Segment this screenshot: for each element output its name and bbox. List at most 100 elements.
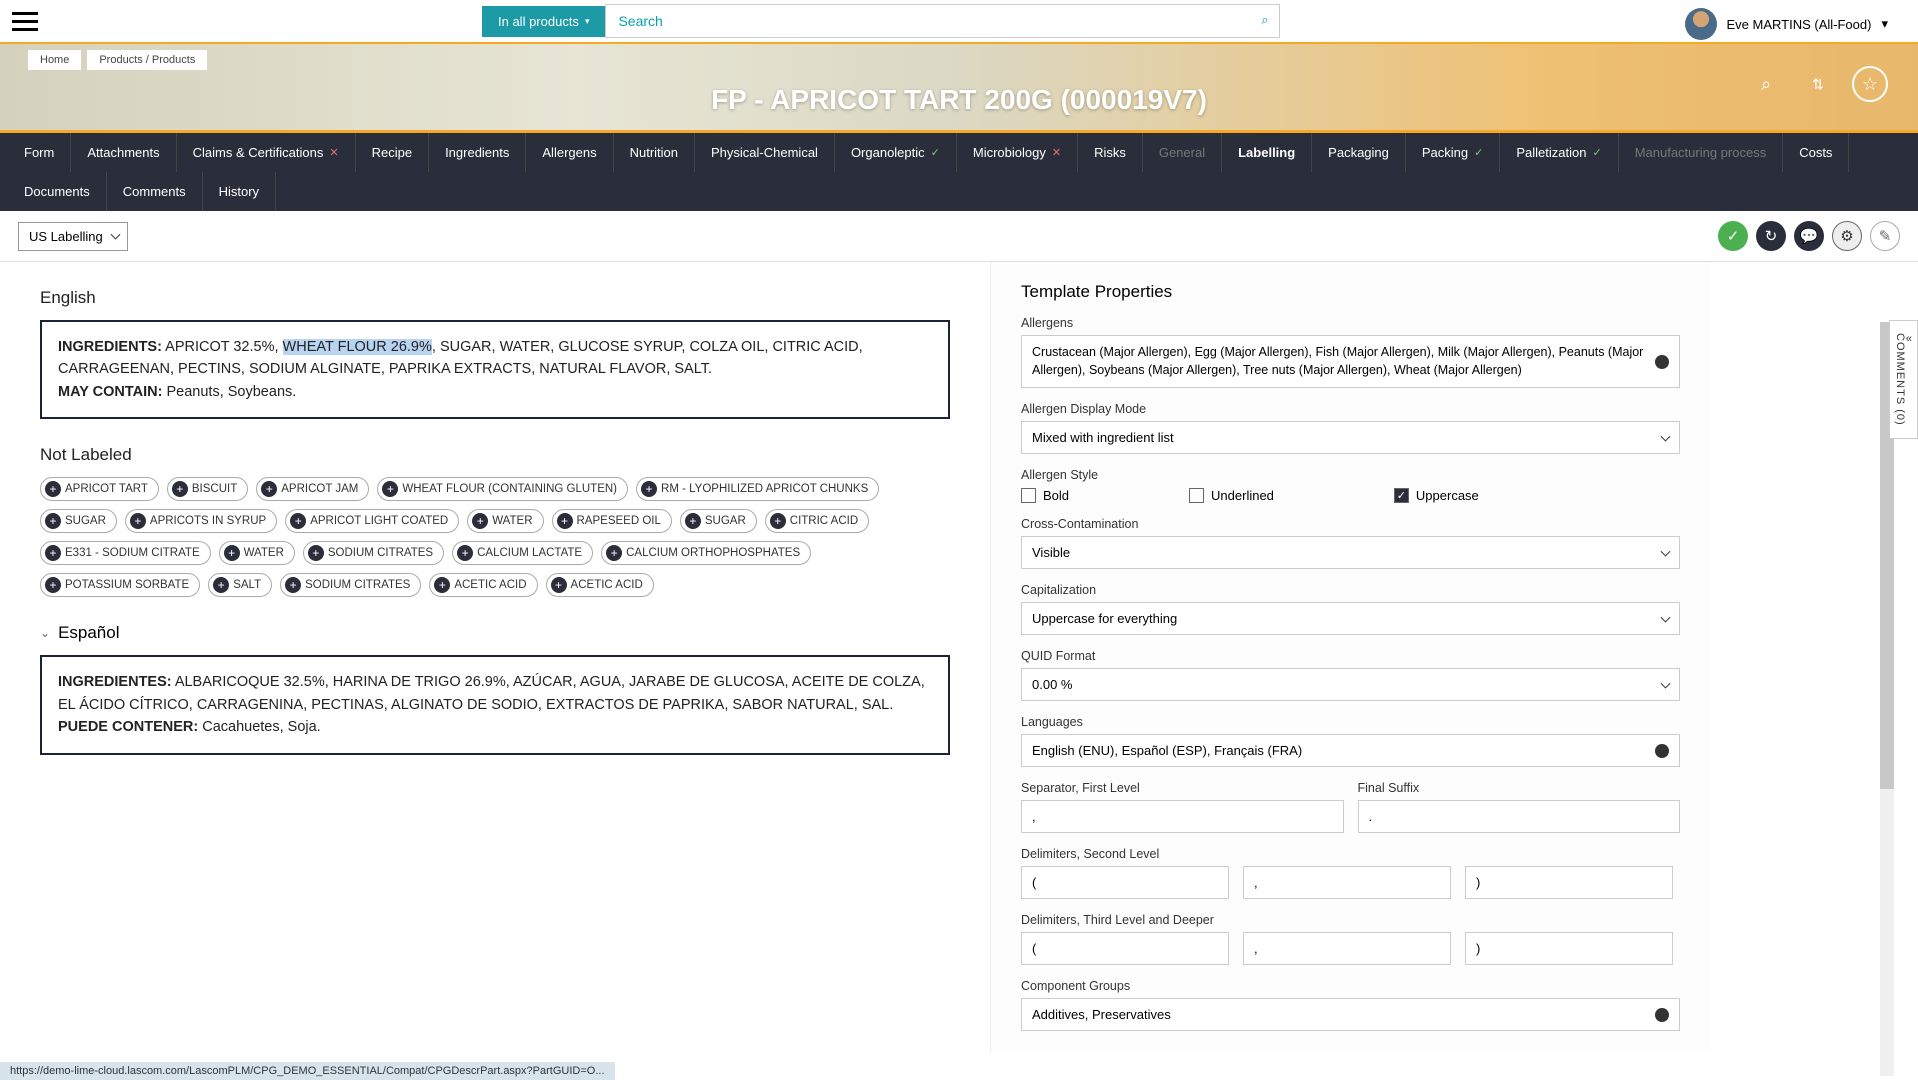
not-labeled-chip[interactable]: +SALT [208, 573, 272, 597]
settings-button[interactable]: ⚙ [1832, 221, 1862, 251]
not-labeled-chip[interactable]: +CALCIUM ORTHOPHOSPHATES [601, 541, 811, 565]
highlighted-ingredient: WHEAT FLOUR 26.9% [283, 339, 432, 355]
component-groups-field[interactable]: Additives, Preservatives [1021, 998, 1680, 1031]
tab-attachments[interactable]: Attachments [71, 133, 176, 172]
search-category-dropdown[interactable]: In all products [482, 6, 605, 37]
breadcrumb-home[interactable]: Home [28, 50, 81, 70]
tab-documents[interactable]: Documents [8, 172, 107, 211]
tab-packing[interactable]: Packing✓ [1406, 133, 1500, 172]
not-labeled-chip[interactable]: +APRICOT JAM [256, 477, 369, 501]
not-labeled-chip[interactable]: +RAPESEED OIL [552, 509, 672, 533]
espanol-ingredients-box: INGREDIENTES: ALBARICOQUE 32.5%, HARINA … [40, 655, 950, 754]
tab-nutrition[interactable]: Nutrition [614, 133, 695, 172]
breadcrumb-products[interactable]: Products / Products [87, 50, 207, 70]
del3-sep-input[interactable]: , [1243, 932, 1451, 965]
menu-toggle[interactable] [12, 12, 38, 31]
not-labeled-chip[interactable]: +SODIUM CITRATES [280, 573, 421, 597]
add-icon: + [434, 577, 450, 593]
error-icon: ✕ [329, 146, 338, 159]
tab-organoleptic[interactable]: Organoleptic✓ [835, 133, 957, 172]
tab-physical-chemical[interactable]: Physical-Chemical [695, 133, 835, 172]
tab-ingredients[interactable]: Ingredients [429, 133, 526, 172]
add-icon: + [457, 545, 473, 561]
not-labeled-chip[interactable]: +WATER [467, 509, 543, 533]
add-icon: + [290, 513, 306, 529]
add-icon: + [472, 513, 488, 529]
espanol-toggle[interactable]: ⌄ Español [40, 623, 950, 643]
bold-checkbox[interactable]: Bold [1021, 488, 1069, 503]
edit-button[interactable]: ✎ [1870, 221, 1900, 251]
user-name[interactable]: Eve MARTINS (All-Food) [1727, 17, 1872, 32]
not-labeled-chip[interactable]: +CITRIC ACID [765, 509, 869, 533]
english-ingredients-box: INGREDIENTS: APRICOT 32.5%, WHEAT FLOUR … [40, 320, 950, 419]
tab-recipe[interactable]: Recipe [356, 133, 429, 172]
tab-costs[interactable]: Costs [1783, 133, 1849, 172]
edit-tags-icon[interactable] [1655, 355, 1669, 369]
edit-tags-icon[interactable] [1655, 744, 1669, 758]
user-avatar[interactable] [1685, 8, 1717, 40]
del2-open-input[interactable]: ( [1021, 866, 1229, 899]
underlined-checkbox[interactable]: Underlined [1189, 488, 1274, 503]
separator-input[interactable]: , [1021, 800, 1344, 833]
del3-open-input[interactable]: ( [1021, 932, 1229, 965]
not-labeled-chip[interactable]: +SUGAR [680, 509, 757, 533]
allergens-label: Allergens [1021, 316, 1680, 330]
not-labeled-chips: +APRICOT TART +BISCUIT +APRICOT JAM +WHEAT … [40, 477, 950, 597]
tab-allergens[interactable]: Allergens [526, 133, 613, 172]
not-labeled-chip[interactable]: +POTASSIUM SORBATE [40, 573, 200, 597]
chevron-down-icon: ⌄ [40, 626, 50, 640]
display-mode-select[interactable]: Mixed with ingredient list [1021, 421, 1680, 454]
tab-labelling[interactable]: Labelling [1222, 133, 1312, 172]
labelling-preset-dropdown[interactable]: US Labelling [18, 222, 128, 251]
tab-history[interactable]: History [203, 172, 276, 211]
tab-form[interactable]: Form [8, 133, 71, 172]
validate-button[interactable]: ✓ [1718, 221, 1748, 251]
not-labeled-chip[interactable]: +SUGAR [40, 509, 117, 533]
not-labeled-chip[interactable]: +BISCUIT [167, 477, 248, 501]
quid-format-select[interactable]: 0.00 % [1021, 668, 1680, 701]
tab-packaging[interactable]: Packaging [1312, 133, 1406, 172]
not-labeled-chip[interactable]: +RM - LYOPHILIZED APRICOT CHUNKS [636, 477, 879, 501]
add-icon: + [45, 481, 61, 497]
final-suffix-input[interactable]: . [1358, 800, 1681, 833]
refresh-button[interactable]: ↻ [1756, 221, 1786, 251]
add-icon: + [45, 513, 61, 529]
del3-close-input[interactable]: ) [1465, 932, 1673, 965]
comment-button[interactable]: 💬 [1794, 221, 1824, 251]
allergen-style-label: Allergen Style [1021, 468, 1680, 482]
tab-claims[interactable]: Claims & Certifications✕ [177, 133, 356, 172]
tab-palletization[interactable]: Palletization✓ [1500, 133, 1618, 172]
cross-contamination-select[interactable]: Visible [1021, 536, 1680, 569]
tab-comments[interactable]: Comments [107, 172, 203, 211]
search-input[interactable] [605, 4, 1280, 38]
transfer-icon[interactable]: ⇅ [1800, 66, 1836, 102]
add-icon: + [285, 577, 301, 593]
not-labeled-chip[interactable]: +ACETIC ACID [429, 573, 537, 597]
zoom-icon[interactable]: ⌕ [1748, 66, 1784, 102]
not-labeled-chip[interactable]: +APRICOT TART [40, 477, 159, 501]
not-labeled-chip[interactable]: +APRICOTS IN SYRUP [125, 509, 277, 533]
edit-tags-icon[interactable] [1655, 1008, 1669, 1022]
not-labeled-chip[interactable]: +SODIUM CITRATES [303, 541, 444, 565]
add-icon: + [557, 513, 573, 529]
not-labeled-chip[interactable]: +APRICOT LIGHT COATED [285, 509, 459, 533]
tab-microbiology[interactable]: Microbiology✕ [957, 133, 1078, 172]
capitalization-select[interactable]: Uppercase for everything [1021, 602, 1680, 635]
not-labeled-chip[interactable]: +WHEAT FLOUR (CONTAINING GLUTEN) [377, 477, 628, 501]
not-labeled-chip[interactable]: +WATER [219, 541, 295, 565]
search-icon[interactable]: ⌕ [1261, 12, 1268, 28]
comments-side-tab[interactable]: COMMENTS (0) [1889, 320, 1918, 439]
languages-field[interactable]: English (ENU), Español (ESP), Français (… [1021, 734, 1680, 767]
del2-close-input[interactable]: ) [1465, 866, 1673, 899]
allergens-field[interactable]: Crustacean (Major Allergen), Egg (Major … [1021, 335, 1680, 388]
del2-sep-input[interactable]: , [1243, 866, 1451, 899]
uppercase-checkbox[interactable]: ✓Uppercase [1394, 488, 1479, 503]
user-menu-caret[interactable]: ▾ [1881, 16, 1888, 32]
not-labeled-chip[interactable]: +CALCIUM LACTATE [452, 541, 593, 565]
delimiters-3-label: Delimiters, Third Level and Deeper [1021, 913, 1680, 927]
not-labeled-chip[interactable]: +ACETIC ACID [546, 573, 654, 597]
favorite-star-icon[interactable]: ☆ [1852, 66, 1888, 102]
template-properties-heading: Template Properties [1021, 282, 1680, 302]
tab-risks[interactable]: Risks [1078, 133, 1143, 172]
not-labeled-chip[interactable]: +E331 - SODIUM CITRATE [40, 541, 211, 565]
